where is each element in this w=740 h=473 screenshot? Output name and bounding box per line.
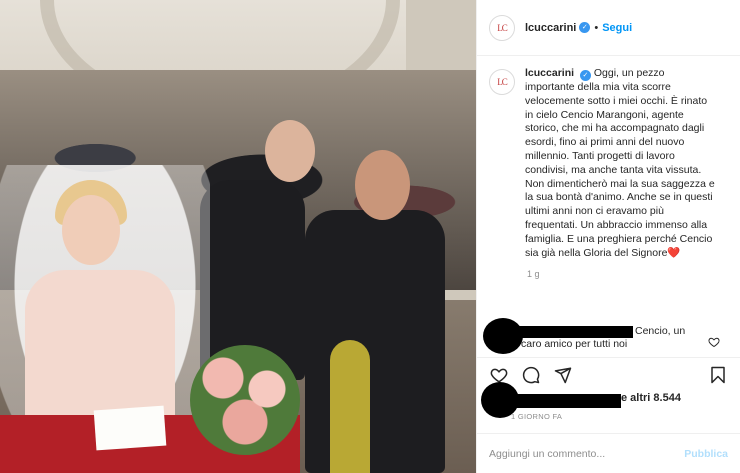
comment-input[interactable] [489, 447, 685, 460]
photo-plant [330, 340, 370, 473]
post-photo[interactable] [0, 0, 476, 473]
caption-avatar-logo: LC [497, 77, 507, 87]
separator-dot: • [594, 21, 599, 34]
verified-badge-icon: ✓ [579, 22, 591, 33]
caption-verified-badge-icon: ✓ [579, 70, 591, 81]
username-link[interactable]: lcuccarini [525, 22, 576, 34]
caption-area: LC lcuccarini ✓ Oggi, un pezzo important… [489, 67, 730, 317]
avatar[interactable]: LC [489, 14, 515, 41]
follow-button[interactable]: Segui [602, 22, 632, 34]
comment-text-line2: caro amico per tutti noi [521, 338, 628, 350]
post-date[interactable]: 1 GIORNO FA [511, 412, 562, 421]
avatar-logo: LC [497, 22, 507, 33]
caption-text: Oggi, un pezzo importante della mia vita… [525, 67, 715, 259]
photo-groom-suit [305, 210, 445, 473]
caption-row: LC lcuccarini ✓ Oggi, un pezzo important… [489, 67, 730, 260]
redacted-commenter-name [513, 326, 633, 338]
post-header: LC lcuccarini ✓ • Segui [477, 0, 740, 56]
likes-section: e altri 8.544 1 GIORNO FA [481, 382, 730, 422]
post-side-panel: LC lcuccarini ✓ • Segui LC lcuccarini ✓ … [476, 0, 740, 473]
photo-bouquet [190, 345, 300, 455]
publish-button[interactable]: Pubblica [684, 448, 728, 460]
caption-username[interactable]: lcuccarini [525, 67, 574, 79]
caption-avatar[interactable]: LC [489, 69, 515, 95]
comment-text-line1: Cencio, un [635, 325, 686, 337]
heart-emoji: ❤️ [667, 246, 681, 259]
caption-text-block: lcuccarini ✓ Oggi, un pezzo importante d… [525, 67, 715, 260]
comment-row: Cencio, un caro amico per tutti noi [483, 318, 730, 356]
photo-paper [93, 405, 167, 451]
redacted-liker-name [511, 394, 621, 408]
photo-guest-head [265, 120, 315, 182]
photo-bride-head [62, 195, 120, 265]
add-comment-bar: Pubblica [477, 433, 740, 473]
likes-count[interactable]: e altri 8.544 [621, 392, 681, 404]
photo-groom-head [355, 150, 410, 220]
post-time-ago[interactable]: 1 g [527, 269, 730, 279]
comment-like-icon[interactable] [708, 336, 720, 348]
